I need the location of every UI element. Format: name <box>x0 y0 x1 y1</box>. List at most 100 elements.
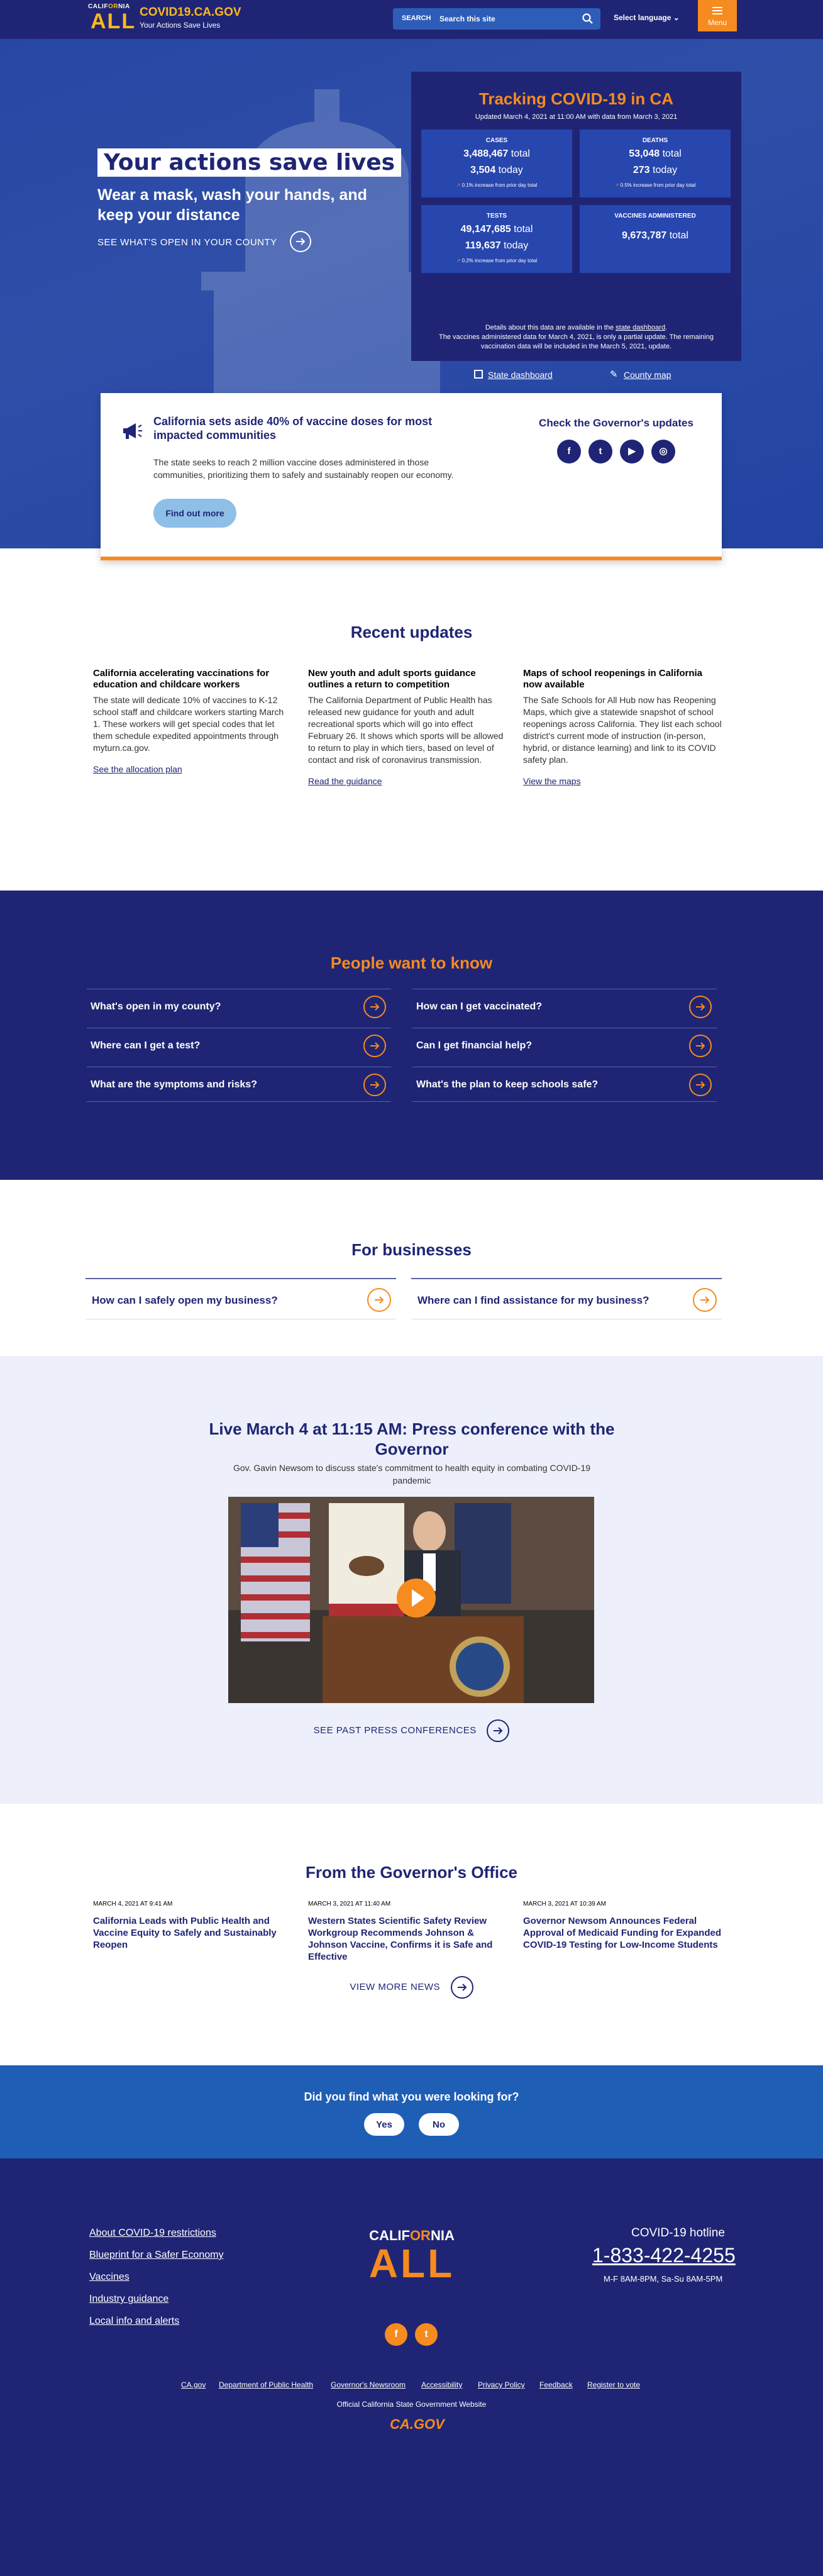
hotline-number[interactable]: 1-833-422-4255 <box>592 2244 736 2267</box>
arrow-right-icon <box>363 996 386 1018</box>
arrow-right-icon <box>290 231 311 252</box>
footer-link[interactable]: Local info and alerts <box>89 2316 179 2327</box>
view-more-news-link[interactable]: VIEW MORE NEWS <box>0 1976 823 1999</box>
update-item: California accelerating vaccinations for… <box>93 668 284 774</box>
feedback-no-button[interactable]: No <box>419 2113 459 2136</box>
covid-tracker-panel: Tracking COVID-19 in CA Updated March 4,… <box>411 72 741 380</box>
arrow-right-icon <box>367 1288 391 1312</box>
hotline-hours: M-F 8AM-8PM, Sa-Su 8AM-5PM <box>604 2274 723 2284</box>
official-website-text: Official California State Government Web… <box>336 2400 487 2409</box>
announcement-title: California sets aside 40% of vaccine dos… <box>153 415 433 441</box>
facebook-icon[interactable]: f <box>385 2323 407 2346</box>
governor-updates-title: Check the Governor's updates <box>539 417 693 429</box>
find-out-more-button[interactable]: Find out more <box>153 499 236 528</box>
twitter-icon[interactable]: t <box>415 2323 438 2346</box>
chevron-down-icon: ⌄ <box>673 13 680 22</box>
question-link[interactable]: Can I get financial help? <box>412 1028 717 1063</box>
news-item: MARCH 4, 2021 AT 9:41 AM California Lead… <box>93 1901 277 1950</box>
state-dashboard-link[interactable]: State dashboard <box>488 370 553 380</box>
site-tagline: Your Actions Save Lives <box>140 21 221 30</box>
hotline-label: COVID-19 hotline <box>631 2226 725 2240</box>
business-question-link[interactable]: Where can I find assistance for my busin… <box>411 1278 722 1319</box>
county-open-link[interactable]: SEE WHAT'S OPEN IN YOUR COUNTY <box>97 231 311 252</box>
tests-card: TESTS 49,147,685 total 119,637 today ↗ 0… <box>421 205 572 273</box>
arrow-right-icon <box>689 1074 712 1096</box>
businesses-title: For businesses <box>351 1240 472 1259</box>
footer-link[interactable]: Vaccines <box>89 2272 130 2283</box>
county-map-link[interactable]: County map <box>624 370 671 380</box>
footer-bottom-link[interactable]: CA.gov <box>181 2380 206 2389</box>
question-link[interactable]: What's the plan to keep schools safe? <box>412 1067 717 1102</box>
arrow-right-icon <box>487 1719 510 1742</box>
question-link[interactable]: What's open in my county? <box>87 989 391 1024</box>
past-press-conferences-link[interactable]: SEE PAST PRESS CONFERENCES <box>0 1719 823 1742</box>
read-guidance-link[interactable]: Read the guidance <box>308 776 382 786</box>
footer-bottom-link[interactable]: Accessibility <box>421 2380 462 2389</box>
tracker-details: Details about this data are available in… <box>439 324 714 350</box>
ca-gov-logo[interactable]: CA.GOV <box>390 2416 445 2433</box>
instagram-icon[interactable]: ◎ <box>651 440 675 464</box>
footer-link[interactable]: Industry guidance <box>89 2294 168 2305</box>
arrow-right-icon <box>693 1288 717 1312</box>
play-button[interactable] <box>397 1579 436 1618</box>
deaths-card: DEATHS 53,048 total 273 today ↗ 0.5% inc… <box>580 130 731 197</box>
site-title[interactable]: COVID19.CA.GOV <box>140 6 241 19</box>
megaphone-icon <box>123 423 142 439</box>
people-want-to-know-section: People want to know What's open in my co… <box>0 891 823 1180</box>
menu-button[interactable]: Menu <box>698 0 737 31</box>
vaccines-card: VACCINES ADMINISTERED 9,673,787 total <box>580 205 731 273</box>
feedback-yes-button[interactable]: Yes <box>364 2113 404 2136</box>
announcement-body: The state seeks to reach 2 million vacci… <box>153 457 454 480</box>
question-link[interactable]: How can I get vaccinated? <box>412 989 717 1024</box>
news-item: MARCH 3, 2021 AT 11:40 AM Western States… <box>308 1901 493 1962</box>
live-title: Live March 4 at 11:15 AM: Press conferen… <box>209 1419 615 1458</box>
feedback-question: Did you find what you were looking for? <box>304 2090 519 2103</box>
arrow-right-icon <box>363 1035 386 1057</box>
news-link[interactable]: Governor Newsom Announces Federal Approv… <box>523 1916 721 1950</box>
update-item: Maps of school reopenings in California … <box>523 668 722 786</box>
california-all-logo[interactable]: CALIFORNIA ALL <box>88 3 135 35</box>
map-icon: ✎ <box>610 369 618 380</box>
live-description: Gov. Gavin Newsom to discuss state's com… <box>233 1463 591 1485</box>
arrow-right-icon <box>450 1976 473 1999</box>
dashboard-icon <box>474 370 483 379</box>
arrow-right-icon <box>363 1074 386 1096</box>
trend-up-icon: ↗ <box>614 182 619 188</box>
news-link[interactable]: Western States Scientific Safety Review … <box>308 1916 492 1962</box>
footer-bottom-link[interactable]: Governor's Newsroom <box>331 2380 406 2389</box>
footer-link[interactable]: About COVID-19 restrictions <box>89 2228 216 2239</box>
feedback-section: Did you find what you were looking for? … <box>0 2065 823 2158</box>
trend-up-icon: ↗ <box>456 182 461 188</box>
play-icon <box>412 1589 424 1607</box>
site-footer: About COVID-19 restrictions Blueprint fo… <box>0 2158 823 2576</box>
view-maps-link[interactable]: View the maps <box>523 776 581 786</box>
search-input[interactable] <box>439 11 565 27</box>
question-link[interactable]: Where can I get a test? <box>87 1028 391 1063</box>
language-select[interactable]: Select language ⌄ <box>614 13 680 22</box>
press-conference-video[interactable] <box>228 1497 594 1703</box>
news-link[interactable]: California Leads with Public Health and … <box>93 1916 277 1950</box>
allocation-plan-link[interactable]: See the allocation plan <box>93 764 182 774</box>
hero-title: Your actions save lives <box>97 148 402 177</box>
recent-updates-title: Recent updates <box>350 623 473 641</box>
arrow-right-icon <box>689 1035 712 1057</box>
footer-bottom-link[interactable]: Feedback <box>539 2380 573 2389</box>
state-dashboard-inline-link[interactable]: state dashboard <box>616 324 665 331</box>
cases-card: CASES 3,488,467 total 3,504 today ↗ 0.1%… <box>421 130 572 197</box>
footer-link[interactable]: Blueprint for a Safer Economy <box>89 2250 223 2261</box>
footer-bottom-link[interactable]: Register to vote <box>587 2380 640 2389</box>
footer-bottom-link[interactable]: Department of Public Health <box>219 2380 313 2389</box>
news-item: MARCH 3, 2021 AT 10:39 AM Governor Newso… <box>523 1901 722 1950</box>
search-icon[interactable] <box>582 13 594 25</box>
business-question-link[interactable]: How can I safely open my business? <box>86 1278 396 1319</box>
update-item: New youth and adult sports guidance outl… <box>308 668 504 786</box>
hamburger-icon <box>712 7 722 14</box>
footer-bottom-link[interactable]: Privacy Policy <box>478 2380 525 2389</box>
announcement-card: California sets aside 40% of vaccine dos… <box>101 393 722 560</box>
youtube-icon[interactable]: ▶ <box>620 440 644 464</box>
question-link[interactable]: What are the symptoms and risks? <box>87 1067 391 1102</box>
twitter-icon[interactable]: t <box>588 440 612 464</box>
trend-up-icon: ↗ <box>456 258 461 264</box>
live-press-conference-section: Live March 4 at 11:15 AM: Press conferen… <box>0 1356 823 1804</box>
facebook-icon[interactable]: f <box>557 440 581 464</box>
